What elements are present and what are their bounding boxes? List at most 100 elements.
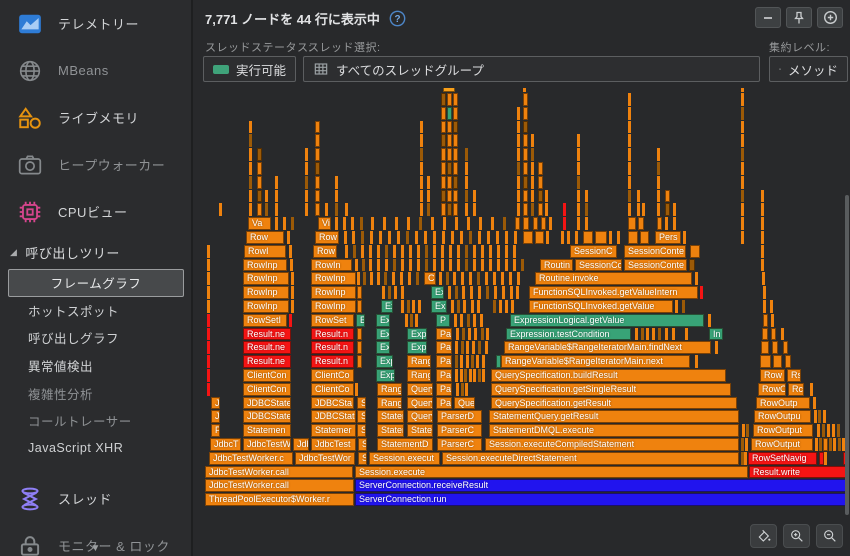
- flame-segment[interactable]: [575, 231, 578, 244]
- flame-segment[interactable]: ExpressionLogical.getValue: [510, 313, 704, 327]
- flame-segment[interactable]: [357, 286, 362, 299]
- flame-segment[interactable]: [531, 189, 534, 203]
- flame-segment[interactable]: Pa: [436, 369, 452, 382]
- flame-segment[interactable]: [538, 189, 543, 203]
- flame-segment[interactable]: [305, 162, 308, 175]
- flame-segment[interactable]: [467, 217, 470, 230]
- flame-segment[interactable]: [441, 106, 446, 120]
- flame-segment[interactable]: [741, 203, 744, 217]
- flame-segment[interactable]: [628, 175, 631, 189]
- flame-segment[interactable]: [345, 203, 348, 217]
- flame-segment[interactable]: [595, 231, 607, 244]
- flame-segment[interactable]: [441, 134, 446, 148]
- flame-segment[interactable]: [741, 231, 744, 244]
- flame-segment[interactable]: [746, 424, 749, 437]
- flame-segment[interactable]: Row: [246, 231, 284, 244]
- flame-segment[interactable]: [499, 300, 502, 313]
- flame-segment[interactable]: [275, 175, 278, 189]
- flame-segment[interactable]: [762, 272, 765, 286]
- flame-segment[interactable]: [761, 189, 764, 203]
- flame-segment[interactable]: [824, 451, 827, 465]
- flame-segment[interactable]: [433, 244, 436, 258]
- flame-segment[interactable]: [455, 369, 458, 382]
- flame-segment[interactable]: RowSetI: [243, 313, 287, 327]
- flame-segment[interactable]: [531, 134, 534, 148]
- flame-segment[interactable]: [473, 189, 476, 203]
- flame-segment[interactable]: [465, 203, 468, 217]
- flame-segment[interactable]: [474, 327, 477, 341]
- flame-segment[interactable]: [425, 244, 428, 258]
- flame-segment[interactable]: [360, 217, 363, 230]
- flame-segment[interactable]: [505, 258, 508, 272]
- flame-segment[interactable]: Statemen: [243, 424, 291, 437]
- flame-segment[interactable]: Pa: [436, 327, 452, 341]
- flame-segment[interactable]: RowInp: [311, 272, 356, 286]
- flame-segment[interactable]: [425, 258, 428, 272]
- flame-segment[interactable]: [469, 369, 472, 382]
- flame-segment[interactable]: [493, 300, 496, 313]
- flame-segment[interactable]: [628, 134, 631, 148]
- flame-segment[interactable]: Ex: [381, 300, 393, 313]
- flame-segment[interactable]: [637, 189, 640, 203]
- flame-segment[interactable]: [379, 231, 382, 244]
- flame-segment[interactable]: Rang: [407, 369, 431, 382]
- tree-expand-icon[interactable]: ◢: [10, 247, 17, 258]
- flame-segment[interactable]: [471, 355, 474, 368]
- flame-segment[interactable]: FunctionSQLInvoked.getValueIntern: [529, 286, 698, 299]
- flame-segment[interactable]: [487, 231, 490, 244]
- flame-segment[interactable]: [561, 231, 564, 244]
- flame-segment[interactable]: [397, 231, 400, 244]
- flame-segment[interactable]: Exp: [407, 327, 427, 341]
- flame-segment[interactable]: [465, 258, 468, 272]
- flame-segment[interactable]: [456, 382, 459, 396]
- flame-segment[interactable]: [482, 355, 485, 368]
- flame-segment[interactable]: [461, 341, 464, 355]
- flame-segment[interactable]: [515, 217, 520, 230]
- flame-segment[interactable]: StatementDMQL.execute: [489, 424, 739, 437]
- flame-segment[interactable]: [742, 424, 745, 437]
- aggregation-level-selector[interactable]: M メソッド: [769, 56, 848, 82]
- flame-segment[interactable]: [577, 134, 580, 148]
- flame-segment[interactable]: [741, 88, 744, 92]
- flame-segment[interactable]: [453, 272, 456, 286]
- flame-segment[interactable]: [745, 438, 748, 451]
- flame-segment[interactable]: [353, 244, 356, 258]
- flame-segment[interactable]: [517, 272, 520, 286]
- flame-segment[interactable]: RowSetNavig: [748, 451, 817, 465]
- flame-segment[interactable]: [305, 189, 308, 203]
- flame-segment[interactable]: [523, 189, 528, 203]
- flame-segment[interactable]: [465, 148, 468, 161]
- flame-segment[interactable]: Rang: [377, 382, 402, 396]
- flame-segment[interactable]: [715, 341, 718, 355]
- flame-segment[interactable]: Expression.testCondition: [506, 327, 631, 341]
- flame-segment[interactable]: [489, 258, 492, 272]
- flame-segment[interactable]: [443, 217, 446, 230]
- flame-segment[interactable]: Statemer: [311, 424, 356, 437]
- flame-segment[interactable]: [377, 272, 380, 286]
- flame-segment[interactable]: [491, 217, 494, 230]
- flame-segment[interactable]: [538, 162, 543, 175]
- flame-segment[interactable]: [453, 162, 458, 175]
- flame-segment[interactable]: [513, 258, 516, 272]
- flame-segment[interactable]: [460, 355, 463, 368]
- sidebar-item-mbeans[interactable]: MBeans: [0, 47, 191, 94]
- flame-segment[interactable]: [480, 313, 483, 327]
- flame-segment[interactable]: Session.executeCompiledStatement: [485, 438, 739, 451]
- flame-segment[interactable]: [361, 244, 364, 258]
- flame-segment[interactable]: [412, 300, 415, 313]
- flame-segment[interactable]: [523, 134, 528, 148]
- flame-segment[interactable]: [287, 231, 290, 244]
- flame-segment[interactable]: [315, 203, 320, 217]
- flame-segment[interactable]: [207, 272, 210, 286]
- flame-segment[interactable]: [447, 93, 452, 106]
- flame-segment[interactable]: [672, 327, 675, 341]
- flame-segment[interactable]: In: [709, 327, 723, 341]
- flame-segment[interactable]: [345, 244, 348, 258]
- sidebar-item-flame-graph[interactable]: フレームグラフ: [8, 269, 184, 297]
- flame-segment[interactable]: RowInp: [243, 272, 289, 286]
- flame-segment[interactable]: Query: [407, 410, 433, 424]
- flame-segment[interactable]: P: [436, 313, 450, 327]
- flame-segment[interactable]: Result.n: [311, 341, 354, 355]
- flame-segment[interactable]: [315, 120, 320, 134]
- flame-segment[interactable]: [393, 258, 396, 272]
